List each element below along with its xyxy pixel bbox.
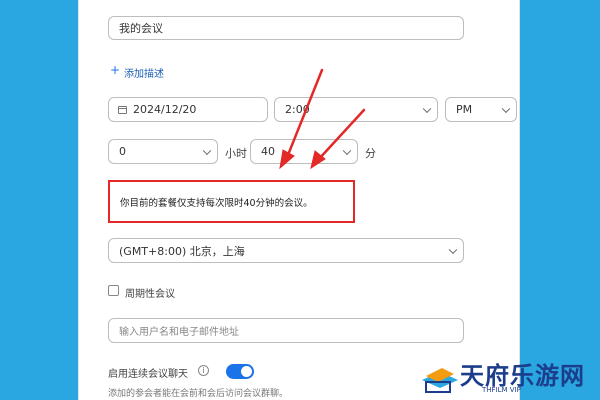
watermark-logo: 天府乐游网 THFILM VIP [420, 356, 595, 398]
recurring-label: 周期性会议 [125, 289, 175, 300]
watermark-mark-icon [422, 368, 458, 393]
chevron-down-icon [448, 245, 458, 254]
timezone-value: (GMT+8:00) 北京，上海 [119, 244, 245, 258]
invitee-placeholder: 输入用户名和电子邮件地址 [119, 327, 239, 338]
continuous-chat-label: 启用连续会议聊天 [108, 369, 188, 380]
watermark-brand: 天府乐游网 [460, 362, 585, 390]
recurring-checkbox[interactable] [108, 285, 119, 296]
plan-limit-warning: 你目前的套餐仅支持每次限时40分钟的会议。 [108, 180, 355, 223]
info-icon[interactable]: i [198, 365, 209, 376]
continuous-chat-toggle[interactable] [226, 364, 254, 379]
toggle-knob [241, 366, 252, 377]
watermark-sub: THFILM VIP [482, 386, 521, 394]
invitee-input[interactable]: 输入用户名和电子邮件地址 [108, 318, 464, 343]
plan-limit-warning-text: 你目前的套餐仅支持每次限时40分钟的会议。 [120, 197, 313, 209]
timezone-select[interactable]: (GMT+8:00) 北京，上海 [108, 238, 464, 263]
continuous-chat-description: 添加的参会者能在会前和会后访问会议群聊。 [108, 389, 289, 399]
